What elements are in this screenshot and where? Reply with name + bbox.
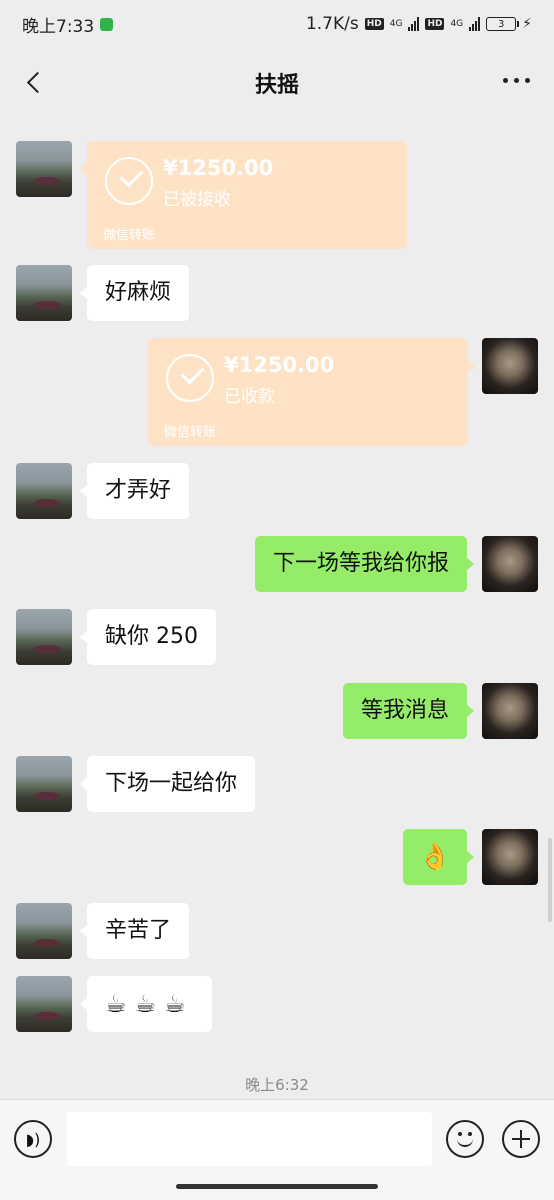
timestamp-label: 晚上6:32 [245, 1076, 309, 1094]
more-functions-button[interactable] [502, 1120, 540, 1158]
check-circle-icon [166, 354, 214, 402]
status-time: 晚上7:33 [22, 16, 95, 37]
message-list[interactable]: ¥1250.00 已被接收 微信转账 好麻烦 ¥1250.00 已收款 微信转账… [0, 114, 554, 1099]
transfer-status: 已收款 [224, 387, 275, 407]
scrollbar-thumb[interactable] [548, 838, 552, 922]
more-options-button[interactable] [503, 78, 530, 83]
transfer-status: 已被接收 [163, 190, 231, 210]
message-bubble[interactable]: 好麻烦 [79, 265, 190, 321]
message-bubble[interactable]: 等我消息 [342, 683, 475, 739]
contact-avatar[interactable] [16, 463, 72, 519]
transfer-amount: ¥1250.00 [163, 156, 274, 180]
my-avatar[interactable] [482, 683, 538, 739]
chat-title: 扶摇 [254, 73, 299, 98]
my-avatar[interactable] [482, 829, 538, 885]
signal-icon [408, 17, 420, 31]
more-dot-icon [503, 78, 508, 83]
coffee-cups-bubble[interactable]: ☕☕☕ [80, 976, 212, 1032]
back-button[interactable] [18, 66, 50, 98]
message-bubble[interactable]: 下场一起给你 [79, 756, 256, 812]
back-arrow-icon [26, 71, 48, 93]
contact-avatar[interactable] [16, 609, 72, 665]
contact-avatar[interactable] [16, 976, 72, 1032]
network-speed: 1.7K/s [305, 14, 359, 34]
signal-icon-2 [469, 17, 481, 31]
message-input[interactable] [67, 1112, 432, 1166]
network-type: 4G [389, 18, 403, 29]
hd-badge: HD [364, 18, 384, 30]
app-notification-icon [100, 17, 114, 31]
voice-input-button[interactable]: ◗) [14, 1120, 52, 1158]
network-type-2: 4G [450, 18, 464, 29]
transfer-card[interactable]: ¥1250.00 已被接收 微信转账 [80, 141, 407, 249]
message-bubble[interactable]: 才弄好 [79, 463, 190, 519]
emoji-button[interactable] [446, 1120, 484, 1158]
contact-avatar[interactable] [16, 265, 72, 321]
message-bubble[interactable]: 下一场等我给你报 [254, 536, 475, 592]
contact-avatar[interactable] [16, 903, 72, 959]
transfer-card[interactable]: ¥1250.00 已收款 微信转账 [148, 338, 475, 446]
smile-icon [457, 1139, 473, 1147]
check-circle-icon [105, 157, 153, 205]
status-bar: 晚上7:33 1.7K/s HD 4G HD 4G 3 ⚡ [0, 0, 554, 48]
transfer-label: 微信转账 [164, 425, 217, 440]
message-bubble[interactable]: 辛苦了 [79, 903, 190, 959]
more-dot-icon [514, 78, 519, 83]
my-avatar[interactable] [482, 536, 538, 592]
voice-icon: ◗) [25, 1129, 41, 1149]
more-dot-icon [525, 78, 530, 83]
charging-icon: ⚡ [522, 16, 532, 32]
my-avatar[interactable] [482, 338, 538, 394]
contact-avatar[interactable] [16, 141, 72, 197]
message-bubble[interactable]: 缺你 250 [80, 609, 216, 665]
home-indicator[interactable] [176, 1184, 378, 1189]
status-left: 晚上7:33 [22, 12, 114, 37]
transfer-label: 微信转账 [103, 228, 156, 243]
status-right: 1.7K/s HD 4G HD 4G 3 ⚡ [306, 14, 532, 34]
chat-header: 扶摇 [0, 52, 554, 114]
hd-badge-2: HD [425, 18, 445, 30]
ok-hand-emoji-bubble[interactable]: 👌 [402, 829, 475, 885]
battery-icon: 3 [486, 17, 520, 31]
transfer-amount: ¥1250.00 [224, 353, 335, 377]
contact-avatar[interactable] [16, 756, 72, 812]
